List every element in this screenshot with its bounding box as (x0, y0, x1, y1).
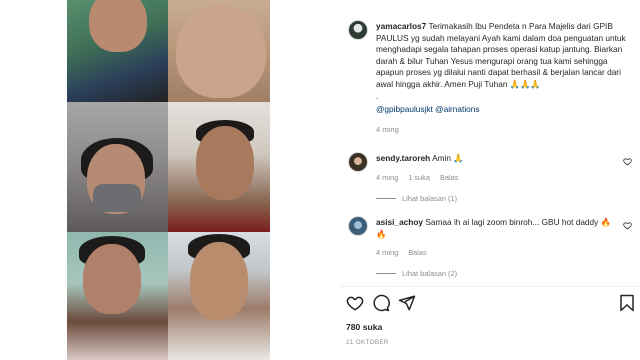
caption-time[interactable]: 4 ming (376, 124, 634, 136)
video-tile-2 (168, 0, 270, 102)
post-media[interactable] (0, 0, 340, 360)
video-tile-4 (168, 102, 270, 232)
comment-text-block: sendy.taroreh Amin 🙏 (376, 153, 614, 165)
reply-button[interactable]: Balas (408, 248, 427, 257)
participant-face (83, 244, 141, 314)
bookmark-icon[interactable] (618, 294, 636, 312)
comment-time[interactable]: 4 ming (376, 248, 398, 257)
comment-text: Amin 🙏 (432, 153, 464, 163)
avatar[interactable] (348, 152, 368, 172)
view-replies-button[interactable]: Lihat balasan (2) (376, 269, 457, 278)
post-caption: yamacarlos7 Terimakasih Ibu Pendeta n Pa… (376, 21, 634, 135)
caption-username[interactable]: yamacarlos7 (376, 21, 426, 31)
post-action-bar (346, 294, 636, 314)
face-mask (93, 184, 141, 212)
comment-meta: 4 ming Balas (376, 248, 427, 257)
likes-count[interactable]: 780 suka (346, 322, 382, 332)
video-tile-1 (67, 0, 168, 102)
share-icon[interactable] (398, 294, 416, 312)
comment-text-block: asisi_achoy Samaa ih ai lagi zoom binroh… (376, 217, 614, 240)
comment-username[interactable]: asisi_achoy (376, 217, 423, 227)
video-call-grid (67, 0, 270, 360)
comment-time[interactable]: 4 ming (376, 173, 398, 182)
section-divider (340, 286, 640, 287)
comment-likes[interactable]: 1 suka (408, 173, 430, 182)
comment-meta: 4 ming 1 suka Balas (376, 173, 458, 182)
avatar[interactable] (348, 20, 368, 40)
comments-panel: yamacarlos7 Terimakasih Ibu Pendeta n Pa… (340, 0, 640, 360)
heart-icon[interactable] (623, 157, 632, 166)
comment-icon[interactable] (372, 294, 390, 312)
video-tile-5 (67, 232, 168, 360)
participant-face (89, 0, 147, 52)
heart-icon[interactable] (346, 294, 364, 312)
avatar[interactable] (348, 216, 368, 236)
replies-divider-line (376, 273, 396, 274)
participant-face (190, 242, 248, 320)
caption-dot: . (376, 90, 379, 101)
caption-text: Terimakasih Ibu Pendeta n Para Majelis d… (376, 21, 626, 89)
replies-divider-line (376, 198, 396, 199)
post-date[interactable]: 21 OKTOBER (346, 339, 389, 346)
caption-tags[interactable]: @gpibpaulusjkt @airnations (376, 104, 634, 116)
view-replies-label[interactable]: Lihat balasan (2) (402, 269, 457, 278)
video-tile-6 (168, 232, 270, 360)
reply-button[interactable]: Balas (440, 173, 459, 182)
participant-face (196, 126, 254, 200)
view-replies-button[interactable]: Lihat balasan (1) (376, 194, 457, 203)
view-replies-label[interactable]: Lihat balasan (1) (402, 194, 457, 203)
video-tile-3 (67, 102, 168, 232)
comment-username[interactable]: sendy.taroreh (376, 153, 430, 163)
heart-icon[interactable] (623, 221, 632, 230)
participant-face (176, 6, 266, 98)
